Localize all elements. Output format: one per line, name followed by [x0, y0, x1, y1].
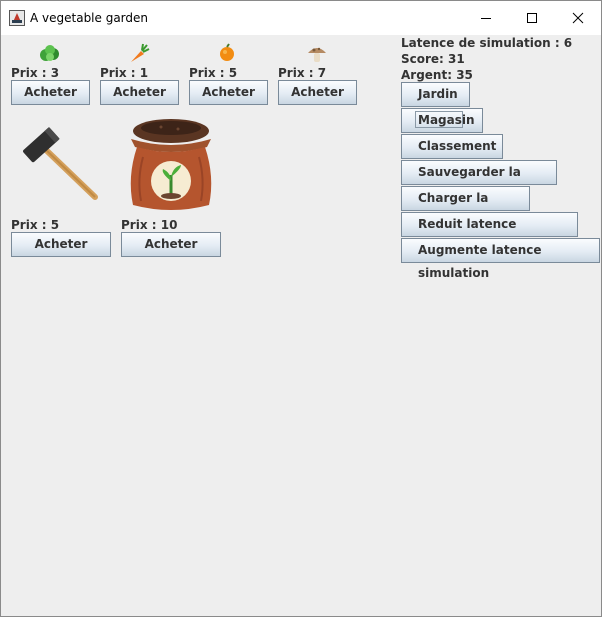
- money-label: Argent: 35: [401, 68, 473, 82]
- price-label: Prix : 5: [189, 66, 238, 80]
- price-label: Prix : 10: [121, 218, 178, 232]
- hammer-icon: [23, 127, 98, 200]
- shop-button-wrapper: Magasin: [401, 108, 483, 133]
- buy-carrot-button[interactable]: Acheter: [100, 80, 179, 105]
- increase-latency-button[interactable]: Augmente latence simulation: [401, 238, 600, 280]
- buy-orange-button[interactable]: Acheter: [189, 80, 268, 105]
- save-game-button[interactable]: Sauvegarder la partie: [401, 160, 557, 202]
- buy-hammer-button[interactable]: Acheter: [11, 232, 111, 257]
- minimize-button[interactable]: [463, 1, 509, 35]
- buy-seed-bag-button[interactable]: Acheter: [121, 232, 221, 257]
- mushroom-icon: [308, 47, 326, 62]
- close-button[interactable]: [555, 1, 601, 35]
- garden-button[interactable]: Jardin: [401, 82, 470, 107]
- decrease-latency-button[interactable]: Reduit latence simulation: [401, 212, 578, 254]
- price-label: Prix : 1: [100, 66, 149, 80]
- leaderboard-button[interactable]: Classement: [401, 134, 503, 159]
- lettuce-icon: [40, 45, 59, 61]
- seed-bag-icon: [130, 119, 212, 210]
- score-label: Score: 31: [401, 52, 465, 66]
- main-panel: Prix : 3 Prix : 1 Prix : 5 Prix : 7 Ache…: [1, 35, 601, 616]
- focus-indicator: [415, 111, 463, 128]
- load-game-button[interactable]: Charger la partie: [401, 186, 530, 228]
- simulation-latency-label: Latence de simulation : 6: [401, 36, 573, 50]
- orange-icon: [220, 43, 234, 61]
- buy-lettuce-button[interactable]: Acheter: [11, 80, 90, 105]
- price-label: Prix : 3: [11, 66, 60, 80]
- price-label: Prix : 5: [11, 218, 60, 232]
- close-icon: [572, 12, 584, 24]
- java-app-icon: [9, 10, 25, 26]
- window-title: A vegetable garden: [30, 11, 149, 25]
- maximize-icon: [527, 13, 537, 23]
- carrot-icon: [131, 43, 150, 62]
- title-bar[interactable]: A vegetable garden: [1, 1, 601, 35]
- minimize-icon: [481, 18, 491, 19]
- buy-mushroom-button[interactable]: Acheter: [278, 80, 357, 105]
- maximize-button[interactable]: [509, 1, 555, 35]
- price-label: Prix : 7: [278, 66, 327, 80]
- app-window: A vegetable garden Prix: 3 Prix: 1 Pri…: [0, 0, 602, 617]
